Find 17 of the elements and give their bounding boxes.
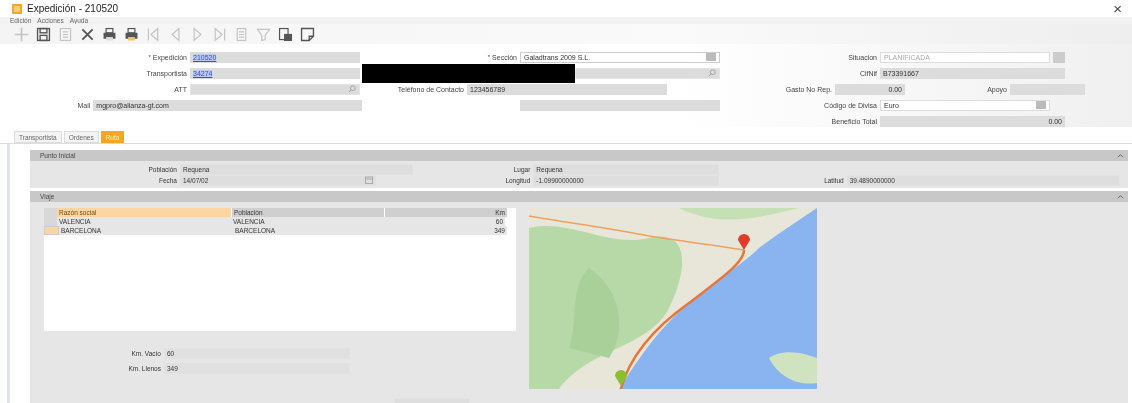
input-field[interactable] bbox=[1010, 83, 1085, 95]
collapse-icon[interactable] bbox=[1117, 194, 1124, 199]
input-field[interactable] bbox=[190, 83, 360, 95]
caret-icon bbox=[1036, 101, 1046, 109]
close-button[interactable]: × bbox=[1111, 0, 1124, 17]
window-title: Expedición - 210520 bbox=[27, 3, 119, 14]
row-selector[interactable] bbox=[44, 217, 57, 226]
status-button[interactable] bbox=[1053, 51, 1065, 63]
table-corner bbox=[44, 208, 57, 217]
calendar-icon[interactable] bbox=[365, 176, 373, 184]
search-icon[interactable] bbox=[348, 85, 356, 93]
collapse-icon[interactable] bbox=[1117, 153, 1124, 158]
caret-icon bbox=[706, 53, 716, 61]
row-selector[interactable] bbox=[44, 226, 59, 235]
search-icon[interactable] bbox=[708, 69, 716, 77]
app-icon bbox=[12, 3, 22, 14]
input-field[interactable] bbox=[575, 67, 720, 79]
